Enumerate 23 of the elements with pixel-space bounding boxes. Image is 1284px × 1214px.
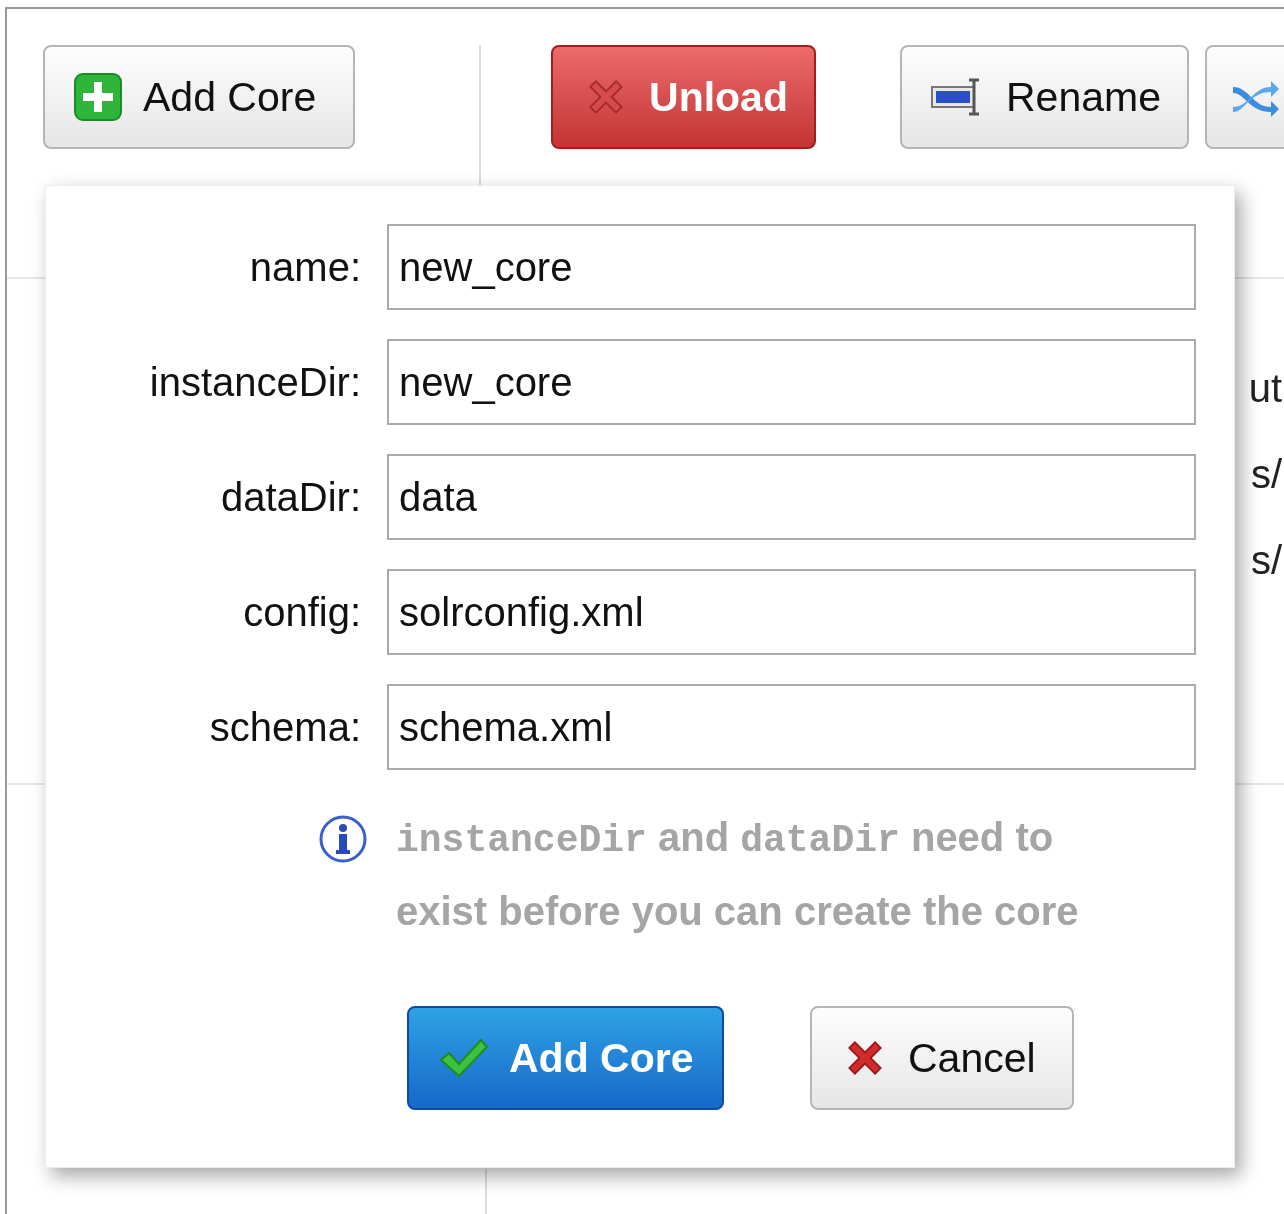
cancel-button[interactable]: Cancel (810, 1006, 1074, 1110)
rename-button[interactable]: Rename (899, 45, 1189, 149)
field-label: config: (242, 589, 361, 635)
info-icon (318, 814, 368, 864)
background-text: s/ (1250, 451, 1282, 497)
input-field[interactable]: data (387, 454, 1196, 540)
input-field[interactable]: new_core (387, 339, 1196, 425)
field-label: name: (248, 244, 361, 290)
field-label: dataDir: (219, 474, 361, 520)
input-field[interactable]: new_core (387, 224, 1196, 310)
toolbar-button[interactable] (1204, 45, 1284, 149)
check-icon (439, 1038, 489, 1078)
unload-button[interactable]: Unload (551, 45, 816, 149)
background-text: ut (1248, 365, 1282, 411)
plus-icon (73, 72, 123, 122)
field-label: instanceDir: (148, 359, 361, 405)
input-field[interactable]: solrconfig.xml (387, 569, 1196, 655)
field-label: schema: (208, 704, 361, 750)
add-core-button[interactable]: Add Core (407, 1006, 724, 1110)
add-core-button[interactable]: Add Core (43, 45, 356, 149)
input-field[interactable]: schema.xml (387, 684, 1196, 770)
info-note: instanceDir and dataDir need to exist before you can create the core (396, 814, 1080, 935)
background-text: s/ (1250, 537, 1282, 583)
